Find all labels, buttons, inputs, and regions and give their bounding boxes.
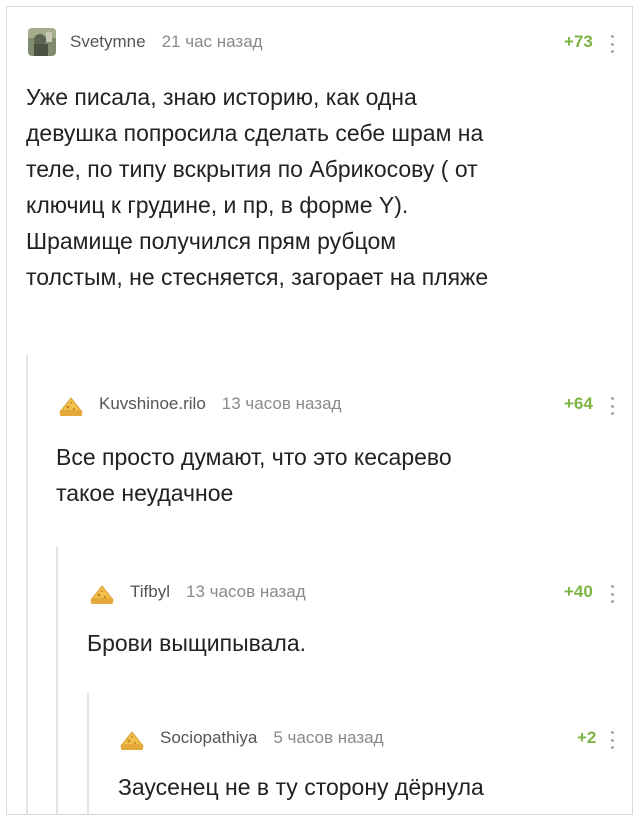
comment-text-line: толстым, не стесняется, загорает на пляж… — [26, 264, 489, 290]
comment-rating: +40 — [564, 582, 593, 601]
comment-text-line: девушка попросила сделать себе шрам на — [26, 120, 484, 146]
comment-timestamp[interactable]: 21 час назад — [162, 32, 263, 52]
default-pikabu-avatar-icon[interactable] — [57, 390, 85, 418]
comment-header: Tifbyl 13 часов назад — [7, 575, 632, 609]
comments-thread: Svetymne 21 час назад +73 Уже писала, зн… — [6, 6, 633, 815]
comment-text-line: ключиц к грудине, и пр, в форме Y). — [26, 192, 409, 218]
comment-timestamp[interactable]: 5 часов назад — [273, 728, 383, 748]
comment-timestamp[interactable]: 13 часов назад — [222, 394, 342, 414]
comment-text: Уже писала, знаю историю, как одна девуш… — [26, 79, 488, 295]
user-photo-avatar[interactable] — [28, 28, 56, 56]
comment-username[interactable]: Kuvshinoe.rilo — [99, 394, 206, 414]
comment-rating: +73 — [564, 32, 593, 51]
comment-header: Sociopathiya 5 часов назад — [7, 721, 632, 755]
comment-username[interactable]: Svetymne — [70, 32, 146, 52]
comment-username[interactable]: Sociopathiya — [160, 728, 257, 748]
more-vertical-icon[interactable] — [610, 731, 614, 749]
comment-text: Все просто думают, что это кесарево тако… — [56, 439, 452, 511]
comment-text-line: Уже писала, знаю историю, как одна — [26, 84, 417, 110]
more-vertical-icon[interactable] — [610, 585, 614, 603]
default-pikabu-avatar-icon[interactable] — [88, 578, 116, 606]
comment-text: Заусенец не в ту сторону дёрнула — [118, 769, 484, 805]
comment-rating: +2 — [577, 728, 597, 747]
comment-timestamp[interactable]: 13 часов назад — [186, 582, 306, 602]
comment-text: Брови выщипывала. — [87, 625, 306, 661]
more-vertical-icon[interactable] — [610, 397, 614, 415]
comment-text-line: Все просто думают, что это кесарево — [56, 444, 452, 470]
comment-username[interactable]: Tifbyl — [130, 582, 170, 602]
comment-rating: +64 — [564, 394, 593, 413]
comment-header: Kuvshinoe.rilo 13 часов назад — [7, 387, 632, 421]
comment-text-line: такое неудачное — [56, 480, 234, 506]
comment-text-line: Брови выщипывала. — [87, 630, 306, 656]
default-pikabu-avatar-icon[interactable] — [118, 724, 146, 752]
comment-header: Svetymne 21 час назад — [7, 25, 632, 59]
comment-text-line: теле, по типу вскрытия по Абрикосову ( о… — [26, 156, 478, 182]
comment-text-line: Шрамище получился прям рубцом — [26, 228, 397, 254]
comment-text-line: Заусенец не в ту сторону дёрнула — [118, 774, 484, 800]
more-vertical-icon[interactable] — [610, 35, 614, 53]
